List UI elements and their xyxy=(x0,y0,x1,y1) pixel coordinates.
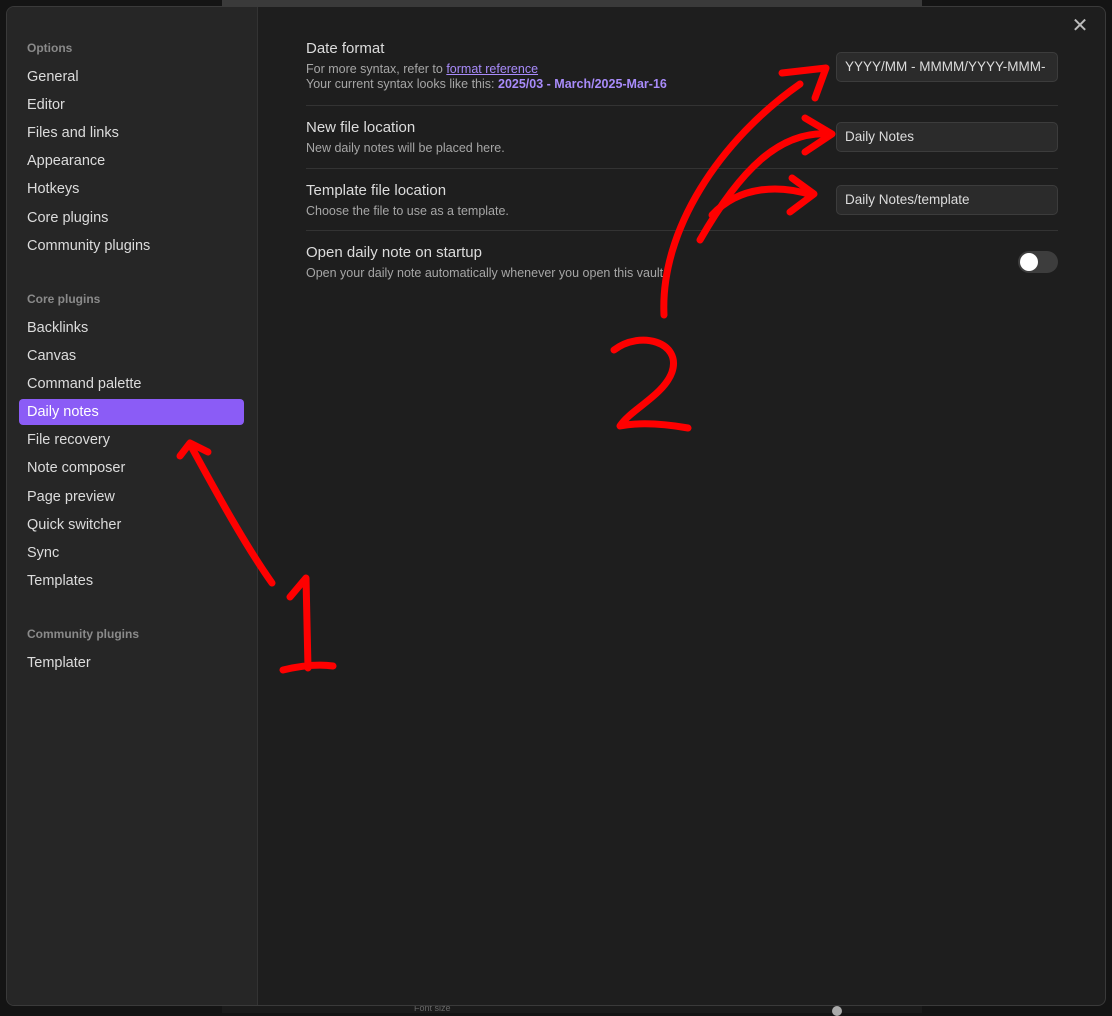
sidebar-item-backlinks[interactable]: Backlinks xyxy=(19,315,244,341)
format-reference-link[interactable]: format reference xyxy=(446,62,538,76)
setting-date-format: Date format For more syntax, refer to fo… xyxy=(306,40,1058,106)
settings-sidebar: Options General Editor Files and links A… xyxy=(7,7,258,1005)
date-format-input[interactable]: YYYY/MM - MMMM/YYYY-MMM- xyxy=(836,52,1058,82)
sidebar-item-command-palette[interactable]: Command palette xyxy=(19,371,244,397)
sidebar-item-note-composer[interactable]: Note composer xyxy=(19,455,244,481)
setting-new-file-location: New file location New daily notes will b… xyxy=(306,119,1058,169)
setting-template-file-location: Template file location Choose the file t… xyxy=(306,182,1058,231)
sidebar-item-general[interactable]: General xyxy=(19,64,244,90)
sidebar-section-core-plugins: Core plugins xyxy=(27,292,101,306)
settings-content: ✕ Date format For more syntax, refer to … xyxy=(258,7,1105,1005)
sidebar-item-templates[interactable]: Templates xyxy=(19,568,244,594)
sidebar-item-page-preview[interactable]: Page preview xyxy=(19,484,244,510)
sidebar-item-files-and-links[interactable]: Files and links xyxy=(19,120,244,146)
new-file-location-input[interactable]: Daily Notes xyxy=(836,122,1058,152)
settings-modal: Options General Editor Files and links A… xyxy=(6,6,1106,1006)
desc-prefix: For more syntax, refer to xyxy=(306,62,447,76)
sidebar-item-quick-switcher[interactable]: Quick switcher xyxy=(19,512,244,538)
font-size-slider-knob xyxy=(832,1006,842,1016)
sidebar-item-core-plugins[interactable]: Core plugins xyxy=(19,205,244,231)
sidebar-item-editor[interactable]: Editor xyxy=(19,92,244,118)
syntax-preview-value: 2025/03 - March/2025-Mar-16 xyxy=(498,77,667,91)
sidebar-item-community-plugins[interactable]: Community plugins xyxy=(19,233,244,259)
sidebar-section-options: Options xyxy=(27,41,73,55)
sidebar-item-file-recovery[interactable]: File recovery xyxy=(19,427,244,453)
sidebar-item-daily-notes[interactable]: Daily notes xyxy=(19,399,244,425)
open-on-startup-toggle[interactable] xyxy=(1018,251,1058,273)
sidebar-item-sync[interactable]: Sync xyxy=(19,540,244,566)
syntax-prefix: Your current syntax looks like this: xyxy=(306,77,498,91)
sidebar-item-canvas[interactable]: Canvas xyxy=(19,343,244,369)
template-file-location-input[interactable]: Daily Notes/template xyxy=(836,185,1058,215)
sidebar-item-templater[interactable]: Templater xyxy=(19,650,244,676)
sidebar-item-hotkeys[interactable]: Hotkeys xyxy=(19,176,244,202)
setting-open-on-startup: Open daily note on startup Open your dai… xyxy=(306,244,1058,294)
close-icon[interactable]: ✕ xyxy=(1069,15,1091,37)
setting-desc-open-on-startup: Open your daily note automatically whene… xyxy=(306,266,667,280)
sidebar-section-community-plugins: Community plugins xyxy=(27,627,139,641)
toggle-knob xyxy=(1020,253,1038,271)
setting-name-open-on-startup: Open daily note on startup xyxy=(306,244,482,261)
sidebar-item-appearance[interactable]: Appearance xyxy=(19,148,244,174)
